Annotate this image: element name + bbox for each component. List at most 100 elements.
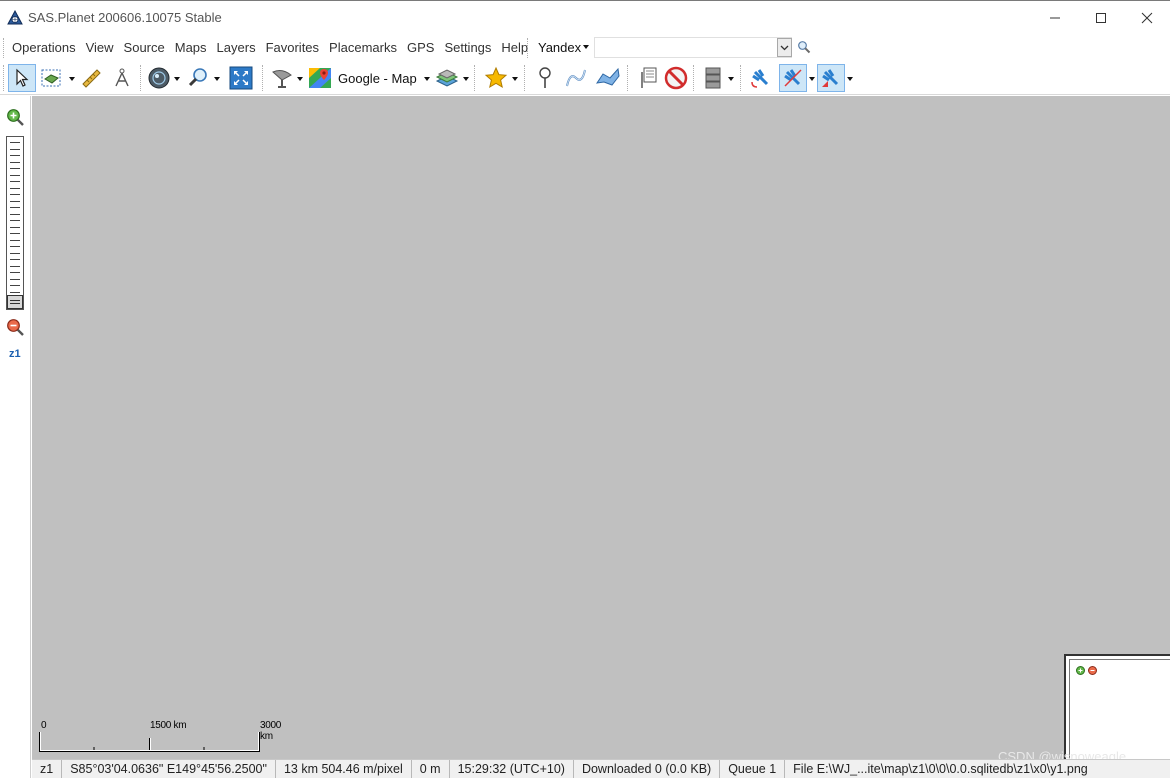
placemark-manager-button[interactable] — [634, 64, 662, 92]
toolbar-grip[interactable] — [262, 65, 265, 91]
zoom-tool-button[interactable] — [184, 64, 212, 92]
chevron-down-icon[interactable] — [424, 77, 430, 81]
minimize-button[interactable] — [1032, 1, 1078, 35]
add-placemark-button[interactable] — [531, 64, 559, 92]
menu-placemarks[interactable]: Placemarks — [324, 40, 402, 55]
cache-button[interactable] — [699, 64, 727, 92]
gps-center-button[interactable] — [817, 64, 845, 92]
toolbar-grip[interactable] — [3, 38, 6, 58]
zoom-tick — [10, 246, 20, 247]
status-time: 15:29:32 (UTC+10) — [450, 760, 574, 778]
favorites-star-icon — [484, 66, 508, 89]
search-engine-select[interactable]: Yandex — [538, 40, 581, 55]
zoom-tick — [10, 226, 20, 228]
zoom-tick — [10, 168, 20, 169]
menu-source[interactable]: Source — [119, 40, 170, 55]
ruler-icon — [82, 69, 101, 88]
chevron-down-icon[interactable] — [583, 45, 589, 49]
status-file-path: File E:\WJ_...ite\map\z1\0\0\0.0.sqlited… — [793, 762, 1088, 776]
toolbar-grip[interactable] — [474, 65, 477, 91]
chevron-down-icon[interactable] — [297, 77, 303, 81]
gps-track-button[interactable] — [779, 64, 807, 92]
title-bar: SAS.Planet 200606.10075 Stable — [0, 0, 1170, 34]
chevron-down-icon[interactable] — [809, 77, 815, 81]
map-type-button[interactable] — [306, 64, 334, 92]
toolbar-grip[interactable] — [627, 65, 630, 91]
window-title: SAS.Planet 200606.10075 Stable — [28, 10, 222, 25]
fullscreen-icon — [229, 66, 253, 90]
zoom-in-icon[interactable] — [6, 108, 25, 127]
selection-tool-button[interactable] — [38, 64, 66, 92]
chevron-down-icon[interactable] — [463, 77, 469, 81]
menu-gps[interactable]: GPS — [402, 40, 439, 55]
menu-view[interactable]: View — [81, 40, 119, 55]
chevron-down-icon[interactable] — [847, 77, 853, 81]
zoom-tick — [10, 220, 20, 221]
chevron-down-icon[interactable] — [728, 77, 734, 81]
gps-center-icon — [822, 69, 839, 87]
add-polygon-button[interactable] — [594, 64, 622, 92]
zoom-slider[interactable] — [6, 136, 24, 310]
stop-icon — [664, 66, 688, 90]
maximize-button[interactable] — [1078, 1, 1124, 35]
zoom-slider-thumb[interactable] — [7, 295, 23, 309]
status-elevation: 0 m — [412, 760, 450, 778]
placemark-pin-icon — [539, 67, 551, 88]
source-button[interactable] — [268, 64, 296, 92]
add-path-button[interactable] — [562, 64, 590, 92]
zoom-level-label: z1 — [9, 348, 21, 360]
toolbar-grip[interactable] — [527, 38, 530, 58]
search-icon[interactable] — [797, 40, 811, 54]
minimap-zoom-out-icon[interactable] — [1088, 666, 1097, 675]
stop-button[interactable] — [662, 64, 690, 92]
overview-minimap[interactable] — [1064, 654, 1170, 759]
minimize-icon — [1050, 17, 1060, 19]
chevron-down-icon[interactable] — [214, 77, 220, 81]
compass-icon — [115, 68, 129, 87]
pointer-icon — [16, 68, 29, 87]
close-button[interactable] — [1124, 1, 1170, 35]
menu-favorites[interactable]: Favorites — [261, 40, 324, 55]
favorites-button[interactable] — [482, 64, 510, 92]
zoom-out-icon[interactable] — [6, 318, 25, 337]
zoom-tick — [10, 181, 20, 182]
status-zoom: z1 — [32, 760, 63, 778]
chevron-down-icon[interactable] — [69, 77, 75, 81]
zoom-magnifier-icon — [188, 68, 207, 87]
menu-settings[interactable]: Settings — [439, 40, 496, 55]
compass-tool-button[interactable] — [108, 64, 136, 92]
gps-track-icon — [784, 69, 802, 87]
minimap-zoom-in-icon[interactable] — [1076, 666, 1085, 675]
map-view[interactable]: 0 1500 km 3000 km CSDN @wisnoweagle — [32, 96, 1170, 764]
path-icon — [566, 69, 586, 87]
fullscreen-button[interactable] — [227, 64, 255, 92]
toolbar-grip[interactable] — [3, 65, 6, 91]
gps-connect-button[interactable] — [747, 64, 775, 92]
globe-button[interactable] — [145, 64, 173, 92]
layers-button[interactable] — [433, 64, 461, 92]
menu-maps[interactable]: Maps — [170, 40, 212, 55]
search-input[interactable] — [594, 37, 792, 58]
zoom-tick — [10, 259, 20, 260]
zoom-tick — [10, 161, 20, 163]
search-history-dropdown[interactable] — [777, 38, 792, 57]
toolbar-grip[interactable] — [693, 65, 696, 91]
ruler-tool-button[interactable] — [77, 64, 105, 92]
pointer-tool-button[interactable] — [8, 64, 36, 92]
status-downloaded: Downloaded 0 (0.0 KB) — [574, 760, 721, 778]
menu-list: Operations View Source Maps Layers Favor… — [12, 40, 533, 55]
toolbar-grip[interactable] — [740, 65, 743, 91]
chevron-down-icon — [780, 45, 789, 51]
chevron-down-icon[interactable] — [174, 77, 180, 81]
map-source-label[interactable]: Google - Map — [338, 71, 417, 86]
menu-operations[interactable]: Operations — [12, 40, 81, 55]
zoom-tick — [10, 285, 20, 286]
toolbar-grip[interactable] — [524, 65, 527, 91]
menu-layers[interactable]: Layers — [212, 40, 261, 55]
status-resolution: 13 km 504.46 m/pixel — [276, 760, 412, 778]
maximize-icon — [1096, 13, 1106, 23]
main-toolbar: Google - Map — [0, 61, 1170, 95]
chevron-down-icon[interactable] — [512, 77, 518, 81]
toolbar-grip[interactable] — [140, 65, 143, 91]
zoom-tick — [10, 252, 20, 254]
